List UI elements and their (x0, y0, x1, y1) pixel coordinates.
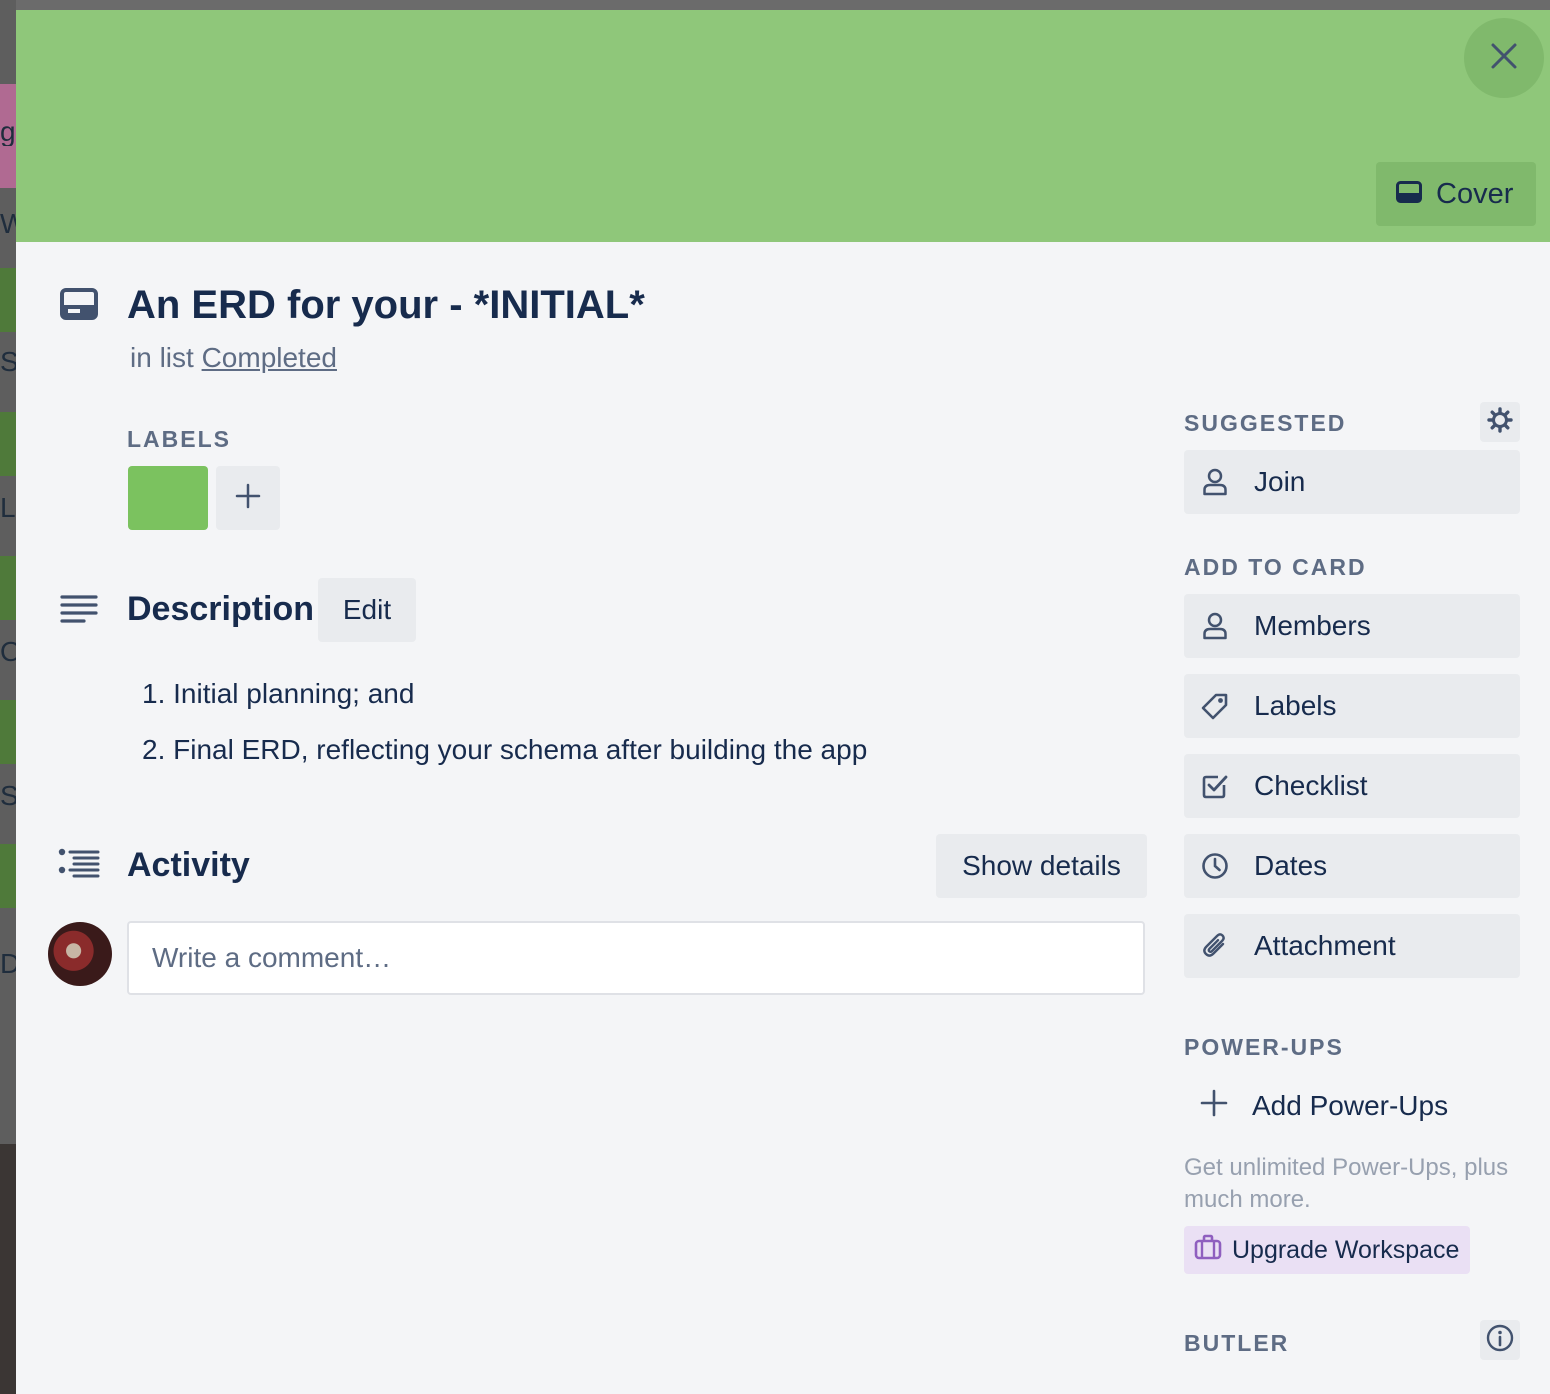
suggested-settings-button[interactable] (1480, 402, 1520, 442)
briefcase-icon (1194, 1234, 1222, 1267)
card-cover (16, 10, 1550, 242)
butler-info-button[interactable] (1480, 1320, 1520, 1360)
butler-heading: BUTLER (1184, 1330, 1290, 1356)
plus-icon (235, 483, 261, 514)
clock-icon (1200, 851, 1230, 881)
power-ups-heading: POWER-UPS (1184, 1034, 1344, 1060)
close-icon (1490, 42, 1518, 75)
activity-heading: Activity (127, 846, 250, 884)
board-letter: L (0, 494, 16, 522)
cover-button-label: Cover (1436, 177, 1514, 210)
board-letter: g (0, 118, 16, 146)
board-card-label (0, 268, 16, 332)
join-label: Join (1254, 466, 1306, 497)
person-icon (1200, 611, 1230, 641)
description-list[interactable]: 1. Initial planning; and 2. Final ERD, r… (142, 674, 867, 786)
show-details-button[interactable]: Show details (936, 834, 1147, 898)
description-item: 2. Final ERD, reflecting your schema aft… (142, 734, 868, 765)
avatar[interactable] (48, 922, 112, 986)
board-letter: D (0, 950, 16, 978)
activity-icon (58, 848, 100, 885)
person-icon (1200, 467, 1230, 497)
board-background-image (0, 1144, 16, 1394)
dates-label: Dates (1254, 850, 1328, 881)
suggested-heading: SUGGESTED (1184, 410, 1347, 436)
checklist-button[interactable]: Checklist (1184, 754, 1520, 818)
board-letter: S (0, 782, 16, 810)
attachment-button[interactable]: Attachment (1184, 914, 1520, 978)
checklist-icon (1200, 771, 1230, 801)
board-card-label (0, 700, 16, 764)
edit-description-button[interactable]: Edit (318, 578, 416, 642)
add-to-card-heading: ADD TO CARD (1184, 554, 1367, 580)
labels-button[interactable]: Labels (1184, 674, 1520, 738)
in-list-prefix: in list (130, 342, 194, 373)
board-card-label (0, 556, 16, 620)
description-item: 1. Initial planning; and (142, 678, 415, 709)
plus-icon (1200, 1089, 1228, 1124)
label-chip-green[interactable] (128, 466, 208, 530)
tag-icon (1200, 691, 1230, 721)
board-letter: S (0, 348, 16, 376)
add-power-ups-button[interactable]: Add Power-Ups (1184, 1074, 1520, 1138)
members-label: Members (1254, 610, 1371, 641)
members-button[interactable]: Members (1184, 594, 1520, 658)
comment-input[interactable]: Write a comment… (127, 921, 1145, 995)
background-board: g W S L O S D (0, 0, 16, 1394)
board-letter: O (0, 638, 16, 666)
add-power-ups-label: Add Power-Ups (1252, 1090, 1449, 1121)
upgrade-workspace-button[interactable]: Upgrade Workspace (1184, 1226, 1470, 1274)
card-cover-icon (1396, 178, 1422, 211)
add-label-button[interactable] (216, 466, 280, 530)
description-heading: Description (127, 590, 315, 628)
info-icon (1486, 1324, 1514, 1357)
upgrade-workspace-label: Upgrade Workspace (1232, 1235, 1460, 1264)
labels-heading: LABELS (127, 426, 231, 452)
gear-icon (1487, 406, 1513, 438)
labels-label: Labels (1254, 690, 1337, 721)
in-list-text: in list Completed (130, 342, 337, 374)
paperclip-icon (1200, 931, 1230, 961)
checklist-label: Checklist (1254, 770, 1368, 801)
card-title[interactable]: An ERD for your - *INITIAL* (127, 283, 645, 328)
card-icon (60, 288, 98, 325)
board-letter: W (0, 210, 16, 238)
attachment-label: Attachment (1254, 930, 1396, 961)
power-ups-upsell-text: Get unlimited Power-Ups, plus much more. (1184, 1154, 1509, 1213)
board-card-label (0, 844, 16, 908)
close-button[interactable] (1464, 18, 1544, 98)
dates-button[interactable]: Dates (1184, 834, 1520, 898)
cover-button[interactable]: Cover (1376, 162, 1536, 226)
description-icon (60, 594, 98, 629)
list-link[interactable]: Completed (202, 342, 337, 373)
join-button[interactable]: Join (1184, 450, 1520, 514)
card-detail-modal: Cover An ERD for your - *INITIAL* in lis… (16, 10, 1550, 1394)
board-card-label (0, 412, 16, 476)
